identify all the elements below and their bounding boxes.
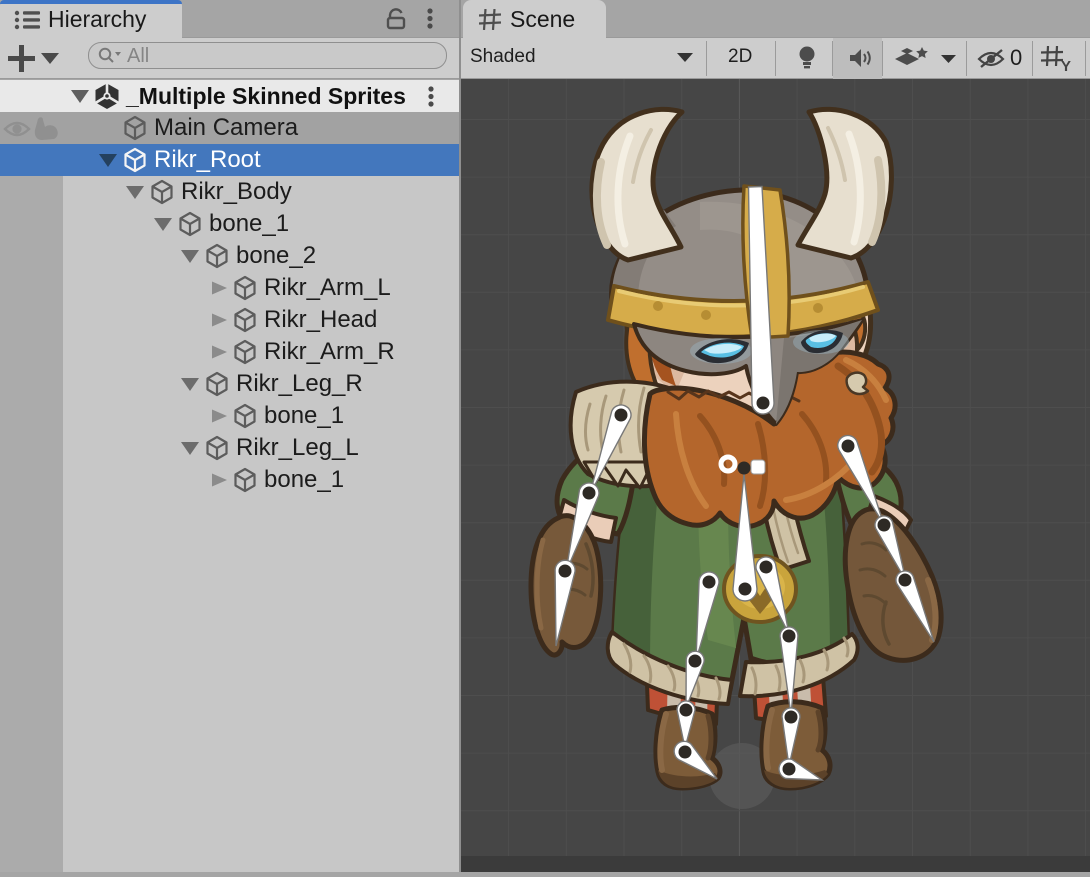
svg-text:Y: Y [1061, 58, 1071, 72]
